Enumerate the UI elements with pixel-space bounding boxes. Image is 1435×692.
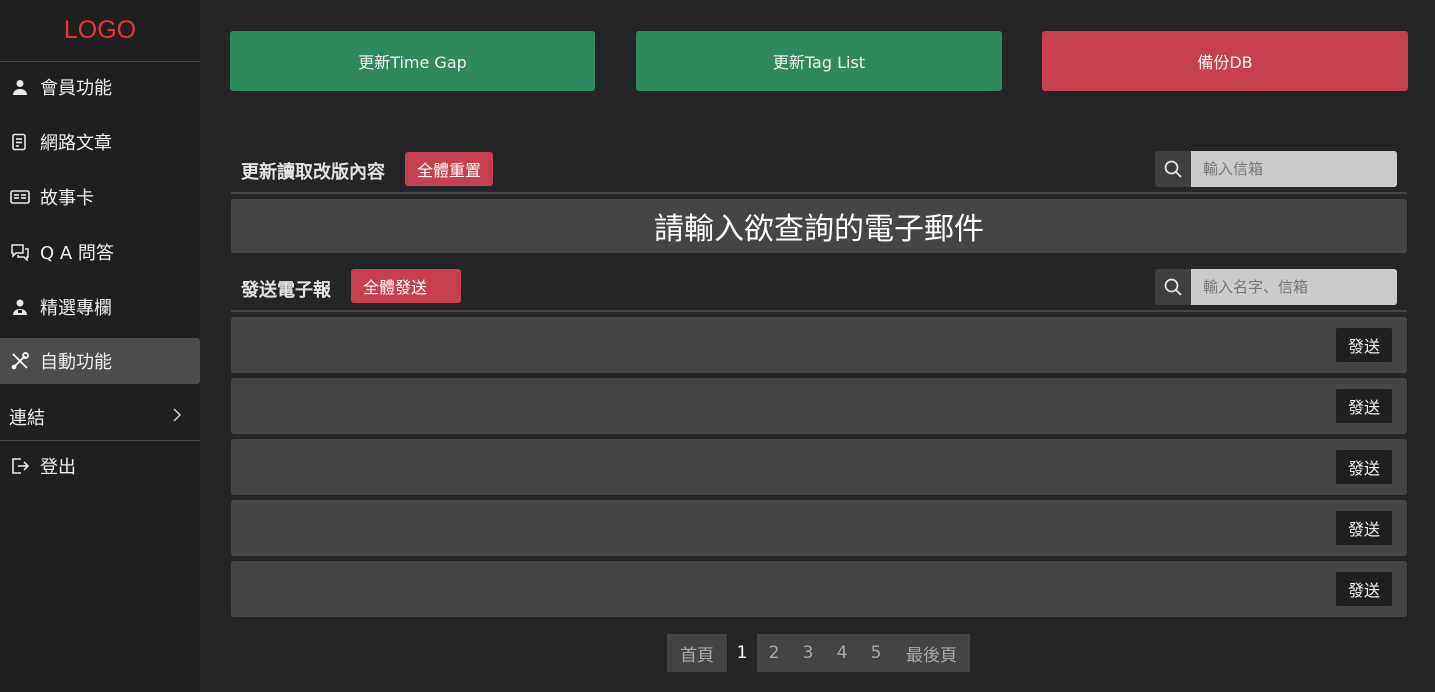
- send-button[interactable]: 發送: [1336, 328, 1392, 362]
- section-divider: [231, 310, 1407, 312]
- backup-db-button[interactable]: 備份DB: [1042, 31, 1408, 91]
- sidebar-item-label: 連結: [9, 408, 45, 429]
- logout-icon: [10, 456, 30, 476]
- sidebar-item-logout[interactable]: 登出: [0, 443, 200, 489]
- sidebar-item-articles[interactable]: 網路文章: [0, 119, 200, 165]
- newsletter-section-title: 發送電子報: [241, 280, 331, 301]
- chevron-right-icon: [172, 407, 182, 428]
- name-email-search-input[interactable]: [1191, 269, 1397, 305]
- sidebar: LOGO 會員功能 網路文章 故事卡 Q A 問答 精選專欄 自動功能 連結 登…: [0, 0, 200, 692]
- tools-icon: [10, 351, 30, 371]
- page-link-4[interactable]: 4: [825, 634, 859, 672]
- id-card-icon: [10, 187, 30, 207]
- document-edit-icon: [10, 132, 30, 152]
- sidebar-item-member[interactable]: 會員功能: [0, 64, 200, 110]
- email-search: [1155, 151, 1397, 187]
- sidebar-item-label: 會員功能: [40, 78, 112, 99]
- sidebar-item-label: Q A 問答: [40, 243, 114, 264]
- sidebar-item-label: 故事卡: [40, 188, 94, 209]
- first-page-link[interactable]: 首頁: [667, 634, 727, 672]
- page-link-3[interactable]: 3: [791, 634, 825, 672]
- sidebar-item-label: 精選專欄: [40, 298, 112, 319]
- sidebar-item-qa[interactable]: Q A 問答: [0, 229, 200, 275]
- sidebar-item-label: 登出: [40, 457, 76, 478]
- sidebar-item-story-card[interactable]: 故事卡: [0, 174, 200, 220]
- update-time-gap-button[interactable]: 更新Time Gap: [230, 31, 595, 91]
- update-tag-list-button[interactable]: 更新Tag List: [636, 31, 1002, 91]
- sidebar-item-automation[interactable]: 自動功能: [0, 338, 200, 384]
- page-link-1[interactable]: 1: [727, 634, 757, 672]
- search-icon[interactable]: [1155, 269, 1191, 305]
- email-search-input[interactable]: [1191, 151, 1397, 187]
- send-button[interactable]: 發送: [1336, 450, 1392, 484]
- list-item: 發送: [231, 561, 1407, 617]
- logo: LOGO: [0, 0, 200, 62]
- send-button[interactable]: 發送: [1336, 572, 1392, 606]
- list-item: 發送: [231, 317, 1407, 373]
- reset-section-title: 更新讀取改版內容: [241, 162, 385, 183]
- reset-all-button[interactable]: 全體重置: [405, 152, 493, 186]
- page-link-2[interactable]: 2: [757, 634, 791, 672]
- list-item: 發送: [231, 500, 1407, 556]
- list-item: 發送: [231, 439, 1407, 495]
- user-badge-icon: [10, 297, 30, 317]
- last-page-link[interactable]: 最後頁: [893, 634, 970, 672]
- send-button[interactable]: 發送: [1336, 389, 1392, 423]
- send-button[interactable]: 發送: [1336, 511, 1392, 545]
- sidebar-divider: [0, 440, 200, 441]
- send-all-button[interactable]: 全體發送: [351, 269, 461, 303]
- chat-bubbles-icon: [10, 242, 30, 262]
- name-email-search: [1155, 269, 1397, 305]
- page-link-5[interactable]: 5: [859, 634, 893, 672]
- sidebar-item-label: 網路文章: [40, 133, 112, 154]
- pagination: 首頁 1 2 3 4 5 最後頁: [667, 634, 970, 672]
- sidebar-item-label: 自動功能: [40, 352, 112, 373]
- sidebar-item-links[interactable]: 連結: [0, 394, 200, 440]
- query-prompt: 請輸入欲查詢的電子郵件: [231, 199, 1407, 253]
- sidebar-item-featured[interactable]: 精選專欄: [0, 284, 200, 330]
- search-icon[interactable]: [1155, 151, 1191, 187]
- section-divider: [231, 192, 1407, 194]
- user-icon: [10, 77, 30, 97]
- list-item: 發送: [231, 378, 1407, 434]
